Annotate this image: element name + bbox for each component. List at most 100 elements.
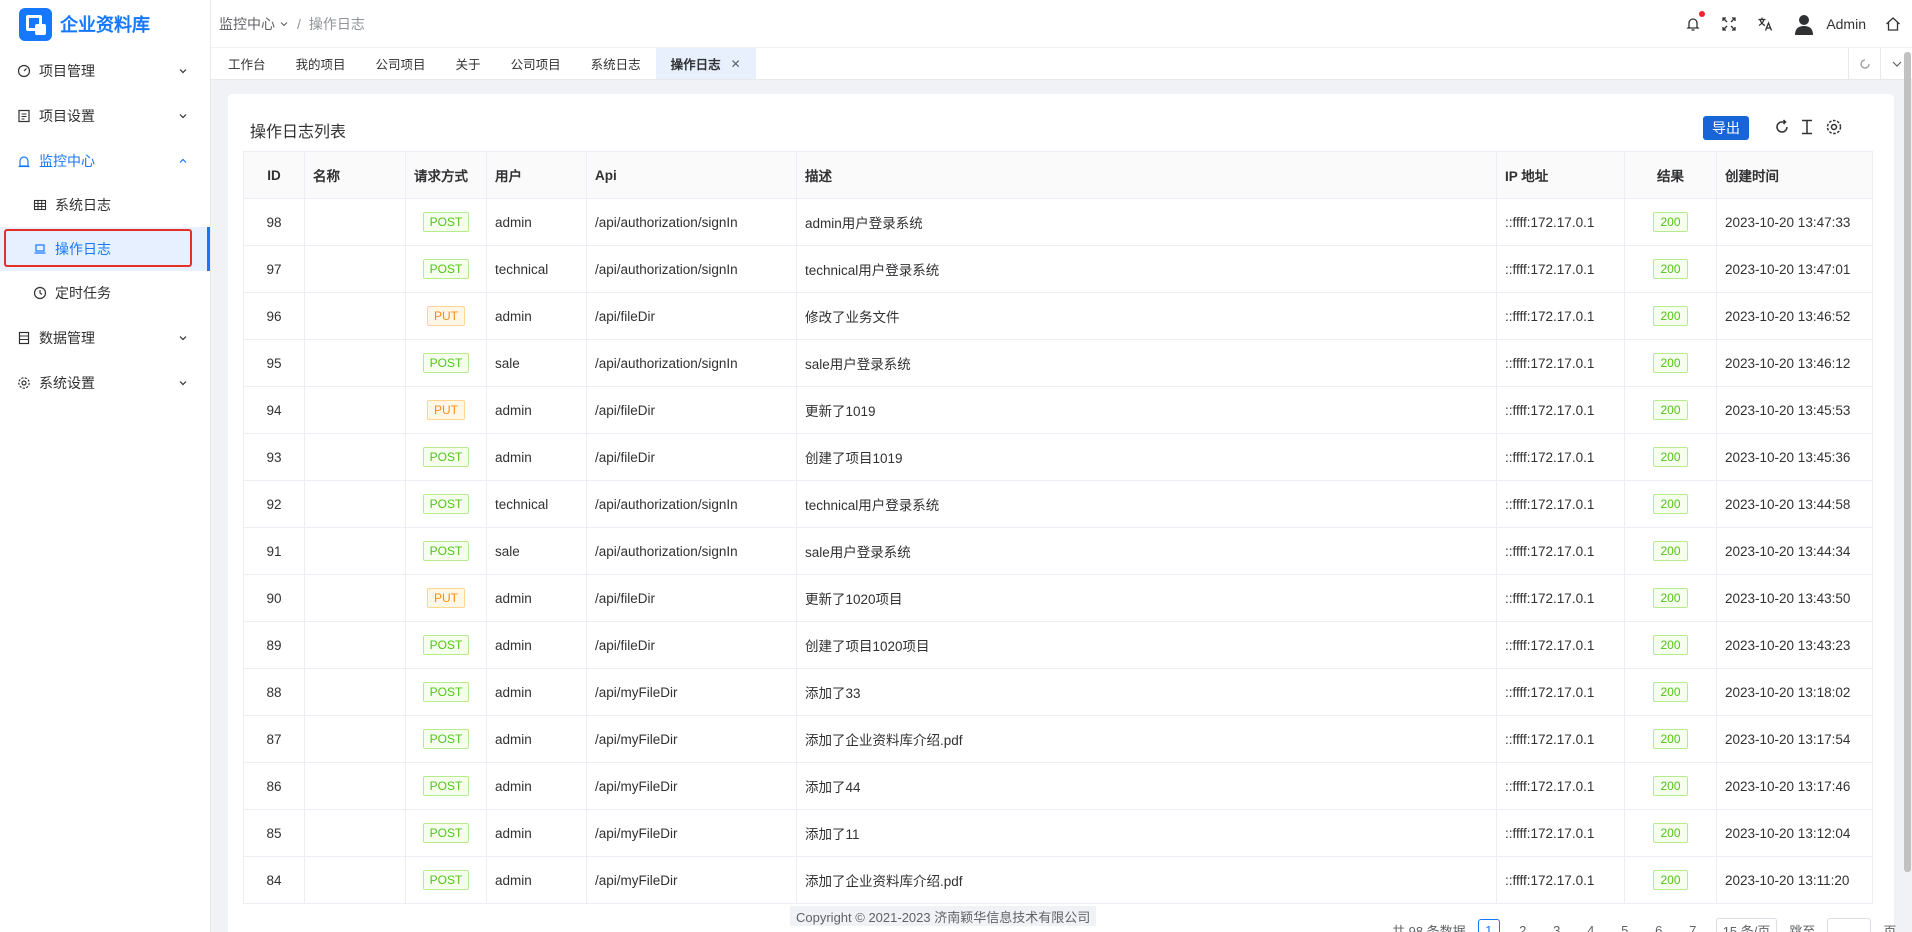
table-row[interactable]: 89 POST admin/api/fileDir 创建了项目1020项目::ffff… [243, 621, 1873, 669]
tab-system-log[interactable]: 系统日志 [576, 48, 656, 79]
cell-id: 94 [243, 386, 305, 434]
tab-label: 公司项目 [510, 58, 561, 72]
sidebar-item-label: 监控中心 [39, 152, 95, 169]
tab-company-projects[interactable]: 公司项目 [361, 48, 441, 79]
logo-icon [19, 7, 52, 41]
cell-created-at: 2023-10-20 13:11:20 [1716, 856, 1873, 904]
tab-my-projects[interactable]: 我的项目 [281, 48, 361, 79]
cell-user: admin [486, 668, 587, 716]
page-button-2[interactable]: 2 [1512, 919, 1534, 932]
table-row[interactable]: 97 POST technical/api/authorization/signIn… [243, 245, 1873, 293]
result-badge: 200 [1653, 682, 1688, 702]
result-badge: 200 [1653, 353, 1688, 373]
page-button-4[interactable]: 4 [1580, 919, 1602, 932]
chevron-down-icon[interactable] [279, 19, 289, 29]
table-row[interactable]: 96 PUT admin/api/fileDir 修改了业务文件::ffff:172.… [243, 292, 1873, 340]
cell-created-at: 2023-10-20 13:17:46 [1716, 762, 1873, 810]
cell-ip: ::ffff:172.17.0.1 [1496, 245, 1625, 293]
breadcrumb-item-monitor-center[interactable]: 监控中心 [219, 14, 275, 34]
sidebar-item-operation-log[interactable]: 操作日志 [0, 227, 210, 271]
sidebar-item-scheduled-tasks[interactable]: 定时任务 [0, 271, 210, 315]
table-row[interactable]: 91 POST sale/api/authorization/signIn sale用… [243, 527, 1873, 575]
table-row[interactable]: 84 POST admin/api/myFileDir 添加了企业资料库介绍.pdf:… [243, 856, 1873, 904]
column-header-api[interactable]: Api [586, 151, 797, 199]
table-row[interactable]: 90 PUT admin/api/fileDir 更新了1020项目::ffff:17… [243, 574, 1873, 622]
result-badge: 200 [1653, 588, 1688, 608]
cell-name [304, 386, 406, 434]
settings-button[interactable] [1824, 117, 1844, 137]
table-row[interactable]: 85 POST admin/api/myFileDir 添加了11::ffff:172… [243, 809, 1873, 857]
logo[interactable]: 企业资料库 [0, 0, 210, 48]
export-button[interactable]: 导出 [1703, 116, 1749, 140]
table-row[interactable]: 87 POST admin/api/myFileDir 添加了企业资料库介绍.pdf:… [243, 715, 1873, 763]
table-row[interactable]: 95 POST sale/api/authorization/signIn sale用… [243, 339, 1873, 387]
page-button-1[interactable]: 1 [1477, 919, 1500, 932]
cell-method: POST [405, 198, 487, 246]
refresh-tab-button[interactable] [1848, 48, 1880, 79]
column-header-name[interactable]: 名称 [304, 151, 406, 199]
translate-icon[interactable] [1756, 15, 1774, 33]
page-button-6[interactable]: 6 [1648, 919, 1670, 932]
method-badge: POST [422, 494, 470, 514]
sidebar-item-monitor-center[interactable]: 监控中心 [0, 138, 210, 183]
cell-api: /api/myFileDir [586, 715, 797, 763]
cell-id: 85 [243, 809, 305, 857]
user-menu[interactable]: Admin [1792, 12, 1866, 36]
sidebar-item-project-settings[interactable]: 项目设置 [0, 93, 210, 138]
table-row[interactable]: 93 POST admin/api/fileDir 创建了项目1019::ffff:1… [243, 433, 1873, 481]
page-button-7[interactable]: 7 [1682, 919, 1704, 932]
cell-name [304, 433, 406, 481]
tab-label: 工作台 [228, 58, 266, 72]
tab-company-projects-2[interactable]: 公司项目 [496, 48, 576, 79]
tab-operation-log[interactable]: 操作日志 ✕ [655, 48, 756, 79]
table-row[interactable]: 98 POST admin/api/authorization/signIn admi… [243, 198, 1873, 246]
table-row[interactable]: 94 PUT admin/api/fileDir 更新了1019::ffff:172.… [243, 386, 1873, 434]
column-header-ip[interactable]: IP 地址 [1496, 151, 1625, 199]
sidebar: 企业资料库 项目管理 项目设置 监控中心 系统日志 操作日志 定时任务 数据管理… [0, 0, 211, 932]
page-button-5[interactable]: 5 [1614, 919, 1636, 932]
laptop-icon [33, 242, 47, 256]
goto-page-input[interactable] [1827, 918, 1872, 932]
column-header-result[interactable]: 结果 [1624, 151, 1717, 199]
close-icon[interactable]: ✕ [731, 57, 741, 71]
pagination: 共 98 条数据 1 2 3 4 5 6 7 15 条/页 跳至 页 [1392, 918, 1896, 932]
table-row[interactable]: 88 POST admin/api/myFileDir 添加了33::ffff:172… [243, 668, 1873, 716]
cell-created-at: 2023-10-20 13:44:34 [1716, 527, 1873, 575]
cell-method: POST [405, 668, 487, 716]
method-badge: POST [422, 729, 470, 749]
column-header-user[interactable]: 用户 [486, 151, 587, 199]
fullscreen-icon[interactable] [1720, 15, 1738, 33]
table-row[interactable]: 86 POST admin/api/myFileDir 添加了44::ffff:172… [243, 762, 1873, 810]
cell-api: /api/authorization/signIn [586, 480, 797, 528]
column-header-id[interactable]: ID [243, 151, 305, 199]
sidebar-item-data-management[interactable]: 数据管理 [0, 315, 210, 360]
home-icon[interactable] [1884, 15, 1902, 33]
method-badge: POST [422, 212, 470, 232]
column-header-description[interactable]: 描述 [796, 151, 1497, 199]
sidebar-item-system-settings[interactable]: 系统设置 [0, 360, 210, 405]
cell-method: POST [405, 762, 487, 810]
cell-user: admin [486, 292, 587, 340]
cell-result: 200 [1624, 386, 1717, 434]
cell-id: 88 [243, 668, 305, 716]
cell-id: 87 [243, 715, 305, 763]
column-height-button[interactable] [1797, 117, 1817, 137]
cell-ip: ::ffff:172.17.0.1 [1496, 292, 1625, 340]
bell-icon[interactable] [1684, 10, 1706, 33]
page-size-select[interactable]: 15 条/页 [1715, 918, 1778, 932]
tab-workbench[interactable]: 工作台 [211, 48, 281, 79]
page-scrollbar[interactable] [1904, 52, 1911, 872]
cell-name [304, 574, 406, 622]
tab-about[interactable]: 关于 [441, 48, 496, 79]
table-row[interactable]: 92 POST technical/api/authorization/signIn… [243, 480, 1873, 528]
page-button-3[interactable]: 3 [1546, 919, 1568, 932]
sidebar-item-system-log[interactable]: 系统日志 [0, 183, 210, 227]
sidebar-item-project-management[interactable]: 项目管理 [0, 48, 210, 93]
column-header-created-at[interactable]: 创建时间 [1716, 151, 1873, 199]
cell-user: admin [486, 809, 587, 857]
tab-label: 公司项目 [375, 58, 426, 72]
result-badge: 200 [1653, 494, 1688, 514]
column-header-method[interactable]: 请求方式 [405, 151, 487, 199]
cell-method: POST [405, 809, 487, 857]
refresh-button[interactable] [1772, 117, 1792, 137]
